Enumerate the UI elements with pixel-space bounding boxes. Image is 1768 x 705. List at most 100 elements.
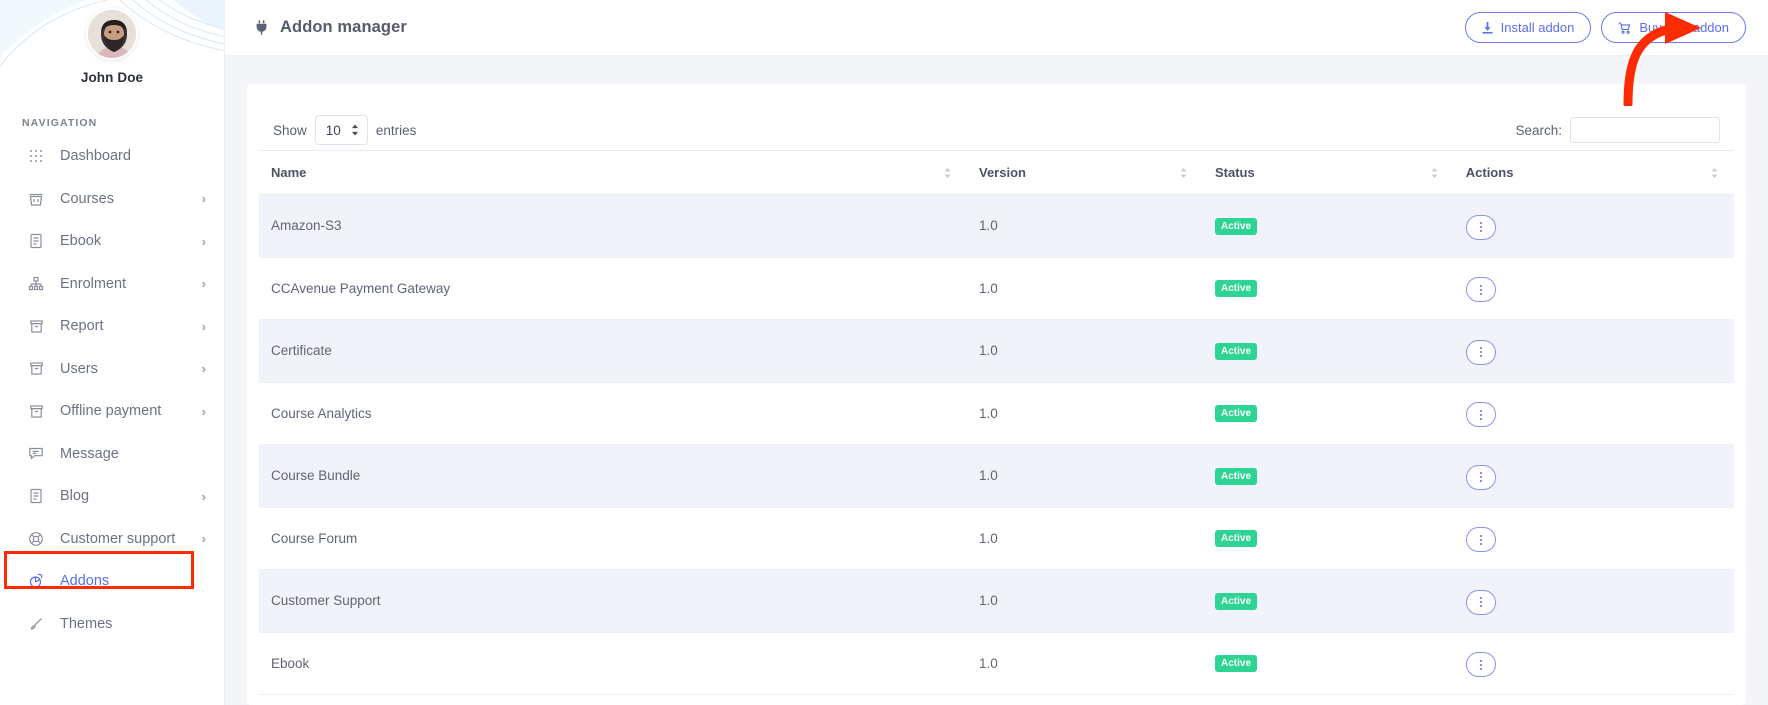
row-menu-button[interactable] bbox=[1466, 277, 1496, 302]
book-icon bbox=[26, 231, 46, 251]
archive-icon bbox=[26, 401, 46, 421]
show-label: Show bbox=[273, 123, 307, 138]
table-row: Ebook1.0Active bbox=[259, 632, 1734, 695]
table-row: Amazon-S31.0Active bbox=[259, 195, 1734, 258]
sidebar-item-users[interactable]: Users › bbox=[0, 348, 224, 391]
cell-status: Active bbox=[1203, 320, 1454, 383]
sidebar-item-courses[interactable]: Courses › bbox=[0, 178, 224, 221]
page-title: Addon manager bbox=[280, 18, 407, 37]
sidebar-item-blog[interactable]: Blog › bbox=[0, 475, 224, 518]
sidebar-item-addons[interactable]: Addons bbox=[0, 560, 224, 603]
table-row: Course Bundle1.0 Active bbox=[259, 445, 1734, 508]
table-row: Course Analytics1.0Active bbox=[259, 382, 1734, 445]
sidebar-item-customer-support[interactable]: Customer support › bbox=[0, 518, 224, 561]
cell-status: Active bbox=[1203, 382, 1454, 445]
sidebar-item-label: Offline payment bbox=[60, 403, 202, 419]
row-menu-button[interactable] bbox=[1466, 215, 1496, 240]
status-badge: Active bbox=[1215, 468, 1257, 485]
sidebar-item-enrolment[interactable]: Enrolment › bbox=[0, 263, 224, 306]
column-header-name[interactable]: Name bbox=[259, 151, 967, 195]
cell-name: CCAvenue Payment Gateway bbox=[259, 257, 967, 320]
search-label: Search: bbox=[1515, 123, 1562, 138]
sidebar-item-label: Courses bbox=[60, 191, 202, 207]
content-gap bbox=[225, 56, 1768, 84]
sort-icon bbox=[1711, 168, 1718, 178]
page-size-select[interactable]: 10 bbox=[315, 115, 368, 145]
chevron-right-icon: › bbox=[202, 192, 206, 205]
cell-version: 1.0 bbox=[967, 507, 1203, 570]
profile-name: John Doe bbox=[81, 70, 143, 85]
buy-new-addon-button[interactable]: Buy new addon bbox=[1601, 12, 1746, 43]
sidebar-item-themes[interactable]: Themes bbox=[0, 603, 224, 646]
sort-icon bbox=[1431, 168, 1438, 178]
table-body: Amazon-S31.0ActiveCCAvenue Payment Gatew… bbox=[259, 195, 1734, 695]
cell-version: 1.0 bbox=[967, 445, 1203, 508]
cell-name: Course Analytics bbox=[259, 382, 967, 445]
status-badge: Active bbox=[1215, 280, 1257, 297]
cell-actions bbox=[1454, 507, 1734, 570]
table-row: Course Forum1.0Active bbox=[259, 507, 1734, 570]
vertical-dots-icon bbox=[1480, 535, 1482, 545]
user-avatar-icon bbox=[88, 10, 138, 60]
row-menu-button[interactable] bbox=[1466, 527, 1496, 552]
sidebar-item-label: Enrolment bbox=[60, 276, 202, 292]
sidebar-item-label: Addons bbox=[60, 573, 206, 589]
sidebar-item-label: Blog bbox=[60, 488, 202, 504]
vertical-dots-icon bbox=[1480, 347, 1482, 357]
addons-table: Name Version Status bbox=[259, 150, 1734, 695]
install-addon-label: Install addon bbox=[1501, 20, 1575, 35]
row-menu-button[interactable] bbox=[1466, 465, 1496, 490]
cell-name: Course Bundle bbox=[259, 445, 967, 508]
cell-status: Active bbox=[1203, 195, 1454, 258]
status-badge: Active bbox=[1215, 218, 1257, 235]
page-title-wrap: Addon manager bbox=[253, 18, 407, 37]
sidebar-item-ebook[interactable]: Ebook › bbox=[0, 220, 224, 263]
show-entries-control: Show 10 entries bbox=[273, 115, 416, 145]
basket-icon bbox=[26, 189, 46, 209]
avatar[interactable] bbox=[86, 8, 138, 60]
cell-version: 1.0 bbox=[967, 382, 1203, 445]
install-addon-button[interactable]: Install addon bbox=[1465, 12, 1592, 43]
row-menu-button[interactable] bbox=[1466, 402, 1496, 427]
nav-list: Dashboard Courses › Ebook bbox=[0, 135, 224, 645]
entries-label: entries bbox=[376, 123, 417, 138]
sort-icon bbox=[1180, 168, 1187, 178]
cell-name: Course Forum bbox=[259, 507, 967, 570]
archive-icon bbox=[26, 359, 46, 379]
column-header-status[interactable]: Status bbox=[1203, 151, 1454, 195]
sidebar: John Doe NAVIGATION Dashboard bbox=[0, 0, 225, 705]
plug-icon bbox=[253, 19, 270, 36]
column-header-actions[interactable]: Actions bbox=[1454, 151, 1734, 195]
table-controls: Show 10 entries Search: bbox=[259, 110, 1734, 150]
row-menu-button[interactable] bbox=[1466, 340, 1496, 365]
cell-actions bbox=[1454, 570, 1734, 633]
sidebar-item-message[interactable]: Message bbox=[0, 433, 224, 476]
chevron-right-icon: › bbox=[202, 532, 206, 545]
topbar-actions: Install addon Buy new addon bbox=[1465, 12, 1746, 43]
cell-status: Active bbox=[1203, 257, 1454, 320]
brush-icon bbox=[26, 614, 46, 634]
sidebar-item-label: Users bbox=[60, 361, 202, 377]
chevron-right-icon: › bbox=[202, 490, 206, 503]
chevron-right-icon: › bbox=[202, 277, 206, 290]
sidebar-item-offline-payment[interactable]: Offline payment › bbox=[0, 390, 224, 433]
search-input[interactable] bbox=[1570, 117, 1720, 143]
sidebar-item-dashboard[interactable]: Dashboard bbox=[0, 135, 224, 178]
table-head: Name Version Status bbox=[259, 151, 1734, 195]
row-menu-button[interactable] bbox=[1466, 652, 1496, 677]
row-menu-button[interactable] bbox=[1466, 590, 1496, 615]
cell-actions bbox=[1454, 195, 1734, 258]
vertical-dots-icon bbox=[1480, 222, 1482, 232]
column-header-version[interactable]: Version bbox=[967, 151, 1203, 195]
status-badge: Active bbox=[1215, 593, 1257, 610]
cell-version: 1.0 bbox=[967, 195, 1203, 258]
column-label: Status bbox=[1215, 165, 1255, 180]
cell-name: Certificate bbox=[259, 320, 967, 383]
nav-heading: NAVIGATION bbox=[22, 117, 224, 129]
column-label: Actions bbox=[1466, 165, 1514, 180]
status-badge: Active bbox=[1215, 343, 1257, 360]
vertical-dots-icon bbox=[1480, 597, 1482, 607]
column-label: Version bbox=[979, 165, 1026, 180]
cell-status: Active bbox=[1203, 445, 1454, 508]
sidebar-item-report[interactable]: Report › bbox=[0, 305, 224, 348]
